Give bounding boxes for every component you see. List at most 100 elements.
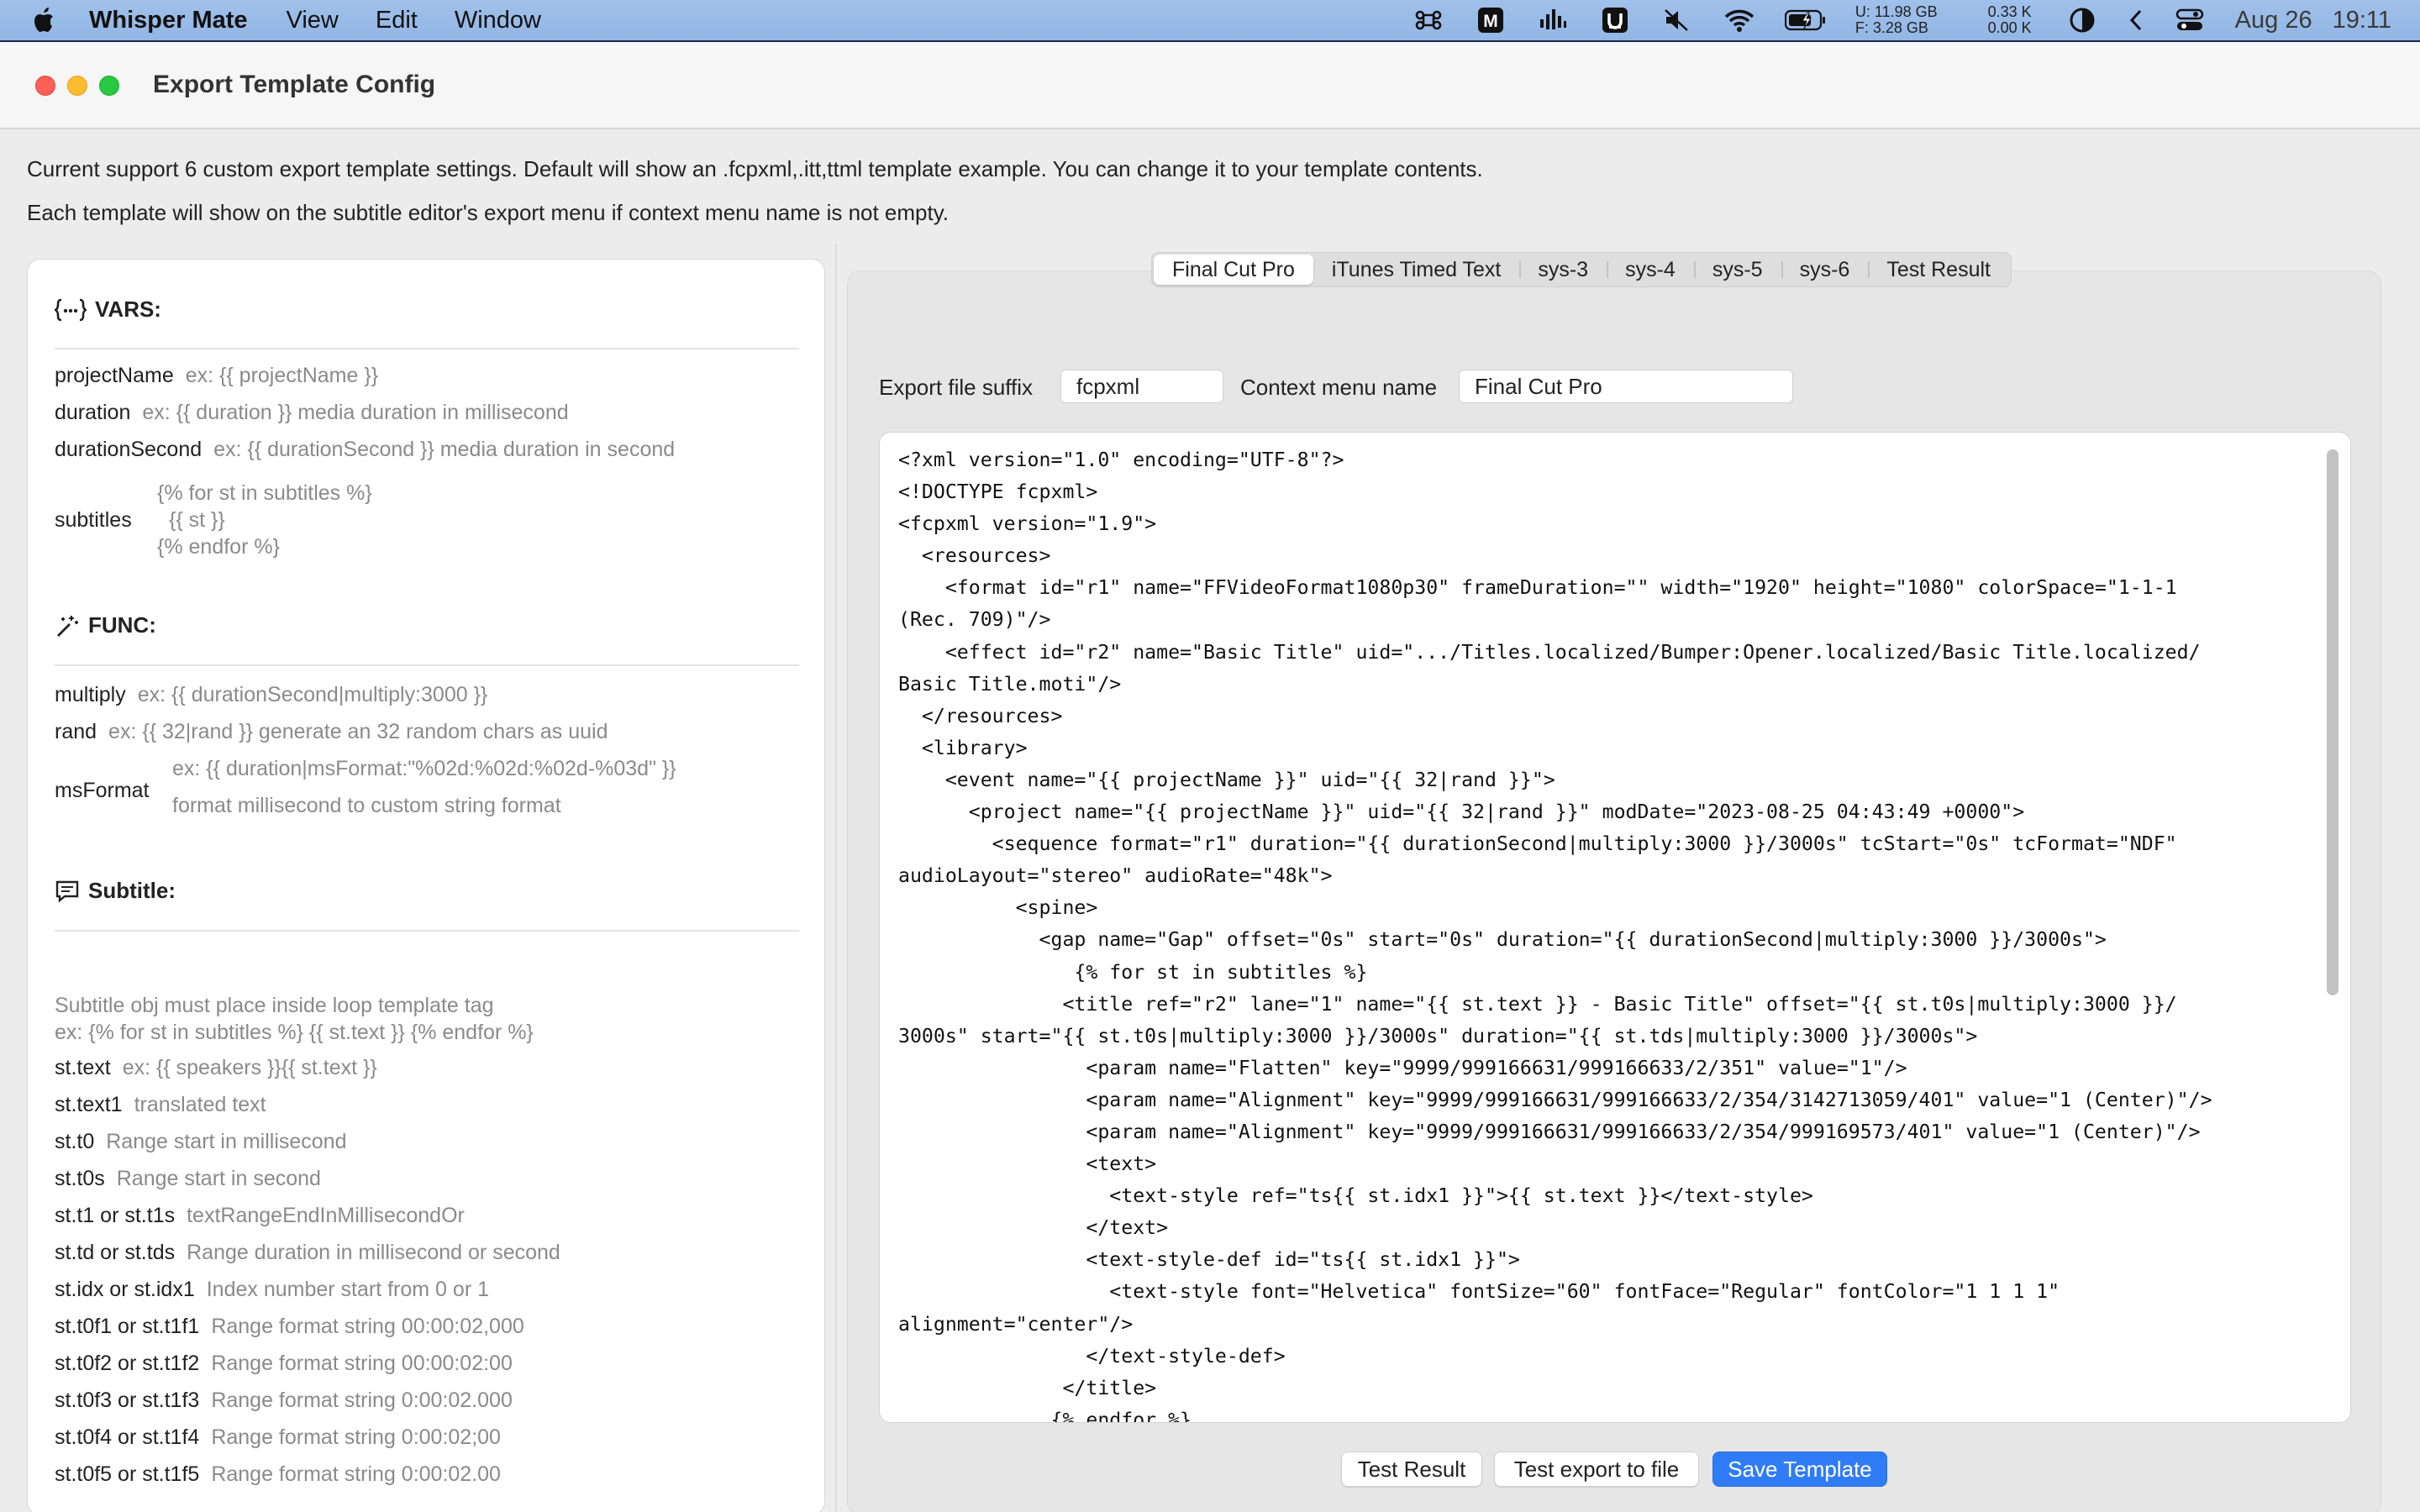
func-name-msformat: msFormat	[55, 779, 150, 802]
code-line: <format id="r1" name="FFVideoFormat1080p…	[898, 576, 2177, 600]
moon-icon[interactable]	[2065, 7, 2099, 34]
window-title: Export Template Config	[153, 71, 436, 98]
tab-sys-3[interactable]: sys-3	[1519, 255, 1607, 285]
code-line: <gap name="Gap" offset="0s" start="0s" d…	[898, 928, 2107, 952]
code-line: <fcpxml version="1.9">	[898, 512, 1157, 536]
menu-view[interactable]: View	[287, 7, 339, 34]
menu-bar: Whisper Mate View Edit Window M U: 11.98…	[0, 0, 2420, 40]
subtitle-prop-row: st.t0 Range start in millisecond	[55, 1130, 347, 1154]
disk-stats[interactable]: U: 11.98 GB F: 3.28 GB	[1855, 4, 1938, 36]
func-row: multiply ex: {{ durationSecond|multiply:3…	[55, 683, 487, 707]
test-export-button[interactable]: Test export to file	[1494, 1452, 1699, 1487]
m-icon[interactable]: M	[1474, 7, 1507, 34]
subtitle-prop-row: st.t0f2 or st.t1f2 Range format string 00…	[55, 1352, 513, 1376]
command-icon[interactable]	[1412, 7, 1445, 34]
tab-itunes-timed-text[interactable]: iTunes Timed Text	[1313, 255, 1519, 285]
app-menu[interactable]: Whisper Mate	[89, 7, 248, 34]
split-divider[interactable]	[835, 244, 837, 1512]
template-code[interactable]: <?xml version="1.0" encoding="UTF-8"?> <!…	[898, 444, 2327, 1423]
code-line: <!DOCTYPE fcpxml>	[898, 480, 1098, 504]
scrollbar-thumb[interactable]	[2327, 449, 2338, 995]
prop-name: st.t0f5 or st.t1f5	[55, 1462, 200, 1486]
code-line: </text-style-def>	[898, 1344, 1286, 1368]
context-menu-label: Context menu name	[1240, 375, 1438, 400]
menubar-date[interactable]: Aug 26	[2235, 7, 2312, 34]
func-title: FUNC:	[88, 612, 156, 638]
subtitle-prop-row: st.text1 translated text	[55, 1093, 266, 1117]
var-row: duration ex: {{ duration }} media duratio…	[55, 401, 569, 425]
code-line: (Rec. 709)"/>	[898, 608, 1051, 632]
menu-window[interactable]: Window	[455, 7, 541, 34]
subtitle-prop-row: st.t0f5 or st.t1f5 Range format string 0:…	[55, 1462, 501, 1487]
code-line: <param name="Alignment" key="9999/999166…	[898, 1120, 2201, 1143]
wifi-icon[interactable]	[1723, 7, 1756, 34]
audio-icon[interactable]	[1536, 7, 1570, 34]
context-menu-input[interactable]: Final Cut Pro	[1459, 370, 1793, 403]
var-row: projectName ex: {{ projectName }}	[55, 364, 378, 388]
func-desc: ex: {{ durationSecond|multiply:3000 }}	[137, 683, 488, 706]
subtitle-prop-row: st.t0f4 or st.t1f4 Range format string 0:…	[55, 1425, 501, 1450]
magic-wand-icon	[55, 614, 80, 638]
description-line-1: Current support 6 custom export template…	[27, 156, 1483, 181]
prop-name: st.td or st.tds	[55, 1241, 176, 1264]
subtitle-note-2: ex: {% for st in subtitles %} {{ st.text…	[55, 1021, 534, 1044]
code-line: alignment="center"/>	[898, 1312, 1134, 1336]
reference-panel: VARS: projectName ex: {{ projectName }} d…	[27, 259, 825, 1512]
var-name: projectName	[55, 364, 174, 387]
prop-name: st.t0s	[55, 1167, 105, 1190]
prop-desc: Range format string 0:00:02.00	[211, 1462, 501, 1486]
menu-edit[interactable]: Edit	[376, 7, 418, 34]
code-line: {% endfor %}	[898, 1408, 1192, 1423]
tab-final-cut-pro[interactable]: Final Cut Pro	[1154, 255, 1313, 285]
suffix-input[interactable]: fcpxml	[1060, 370, 1223, 403]
code-line: </title>	[898, 1376, 1157, 1399]
export-template-window: Export Template Config Current support 6…	[0, 42, 2420, 1512]
func-header: FUNC:	[55, 612, 156, 638]
code-line: <project name="{{ projectName }}" uid="{…	[898, 801, 2025, 824]
prop-name: st.t0f3 or st.t1f3	[55, 1389, 200, 1412]
prop-desc: Range start in millisecond	[106, 1130, 347, 1153]
subtitle-prop-row: st.idx or st.idx1 Index number start from…	[55, 1278, 489, 1302]
code-line: <param name="Alignment" key="9999/999166…	[898, 1088, 2212, 1111]
net-up: 0.33 K	[1987, 3, 2032, 20]
tab-test-result[interactable]: Test Result	[1868, 255, 2009, 285]
battery-icon[interactable]	[1784, 7, 1827, 34]
code-line: <sequence format="r1" duration="{{ durat…	[898, 832, 2177, 856]
disk-used: U: 11.98 GB	[1854, 3, 1938, 20]
minimize-button[interactable]	[67, 76, 87, 96]
maximize-button[interactable]	[99, 76, 119, 96]
tab-sys-4[interactable]: sys-4	[1607, 255, 1694, 285]
divider	[55, 348, 799, 349]
code-line: audioLayout="stereo" audioRate="48k">	[898, 864, 1333, 888]
tab-sys-5[interactable]: sys-5	[1693, 255, 1781, 285]
description-line-2: Each template will show on the subtitle …	[27, 200, 950, 225]
network-stats[interactable]: 0.33 K 0.00 K	[1988, 4, 2032, 36]
var-row: durationSecond ex: {{ durationSecond }} m…	[55, 438, 675, 462]
subtitle-prop-row: st.t1 or st.t1s textRangeEndInMillisecond…	[55, 1204, 465, 1228]
subtitle-prop-row: st.t0s Range start in second	[55, 1167, 321, 1191]
code-line: <?xml version="1.0" encoding="UTF-8"?>	[898, 449, 1344, 471]
prop-desc: translated text	[134, 1093, 266, 1116]
apple-icon[interactable]	[32, 7, 55, 34]
prop-name: st.t0	[55, 1130, 95, 1153]
var-name: durationSecond	[55, 438, 203, 461]
test-result-button[interactable]: Test Result	[1341, 1452, 1482, 1487]
template-editor[interactable]: <?xml version="1.0" encoding="UTF-8"?> <!…	[879, 432, 2351, 1423]
mute-icon[interactable]	[1660, 7, 1694, 34]
subtitles-example-2: {{ st }}	[169, 508, 225, 532]
control-center-icon[interactable]	[2173, 7, 2207, 34]
prop-name: st.idx or st.idx1	[55, 1278, 195, 1301]
code-line: 3000s" start="{{ st.t0s|multiply:3000 }}…	[898, 1024, 1978, 1047]
prop-name: st.t1 or st.t1s	[55, 1204, 176, 1227]
save-template-button[interactable]: Save Template	[1712, 1452, 1887, 1487]
prop-name: st.t0f4 or st.t1f4	[55, 1425, 200, 1449]
subtitle-header: Subtitle:	[55, 878, 176, 904]
calendar-icon[interactable]	[1598, 7, 1632, 34]
chevron-left-icon[interactable]	[2128, 7, 2144, 34]
tab-sys-6[interactable]: sys-6	[1781, 255, 1869, 285]
prop-desc: textRangeEndInMillisecondOr	[187, 1204, 465, 1227]
subtitle-title: Subtitle:	[88, 878, 176, 903]
subtitles-example-1: {% for st in subtitles %}	[157, 481, 372, 505]
close-button[interactable]	[35, 76, 55, 96]
menubar-time[interactable]: 19:11	[2333, 7, 2391, 34]
